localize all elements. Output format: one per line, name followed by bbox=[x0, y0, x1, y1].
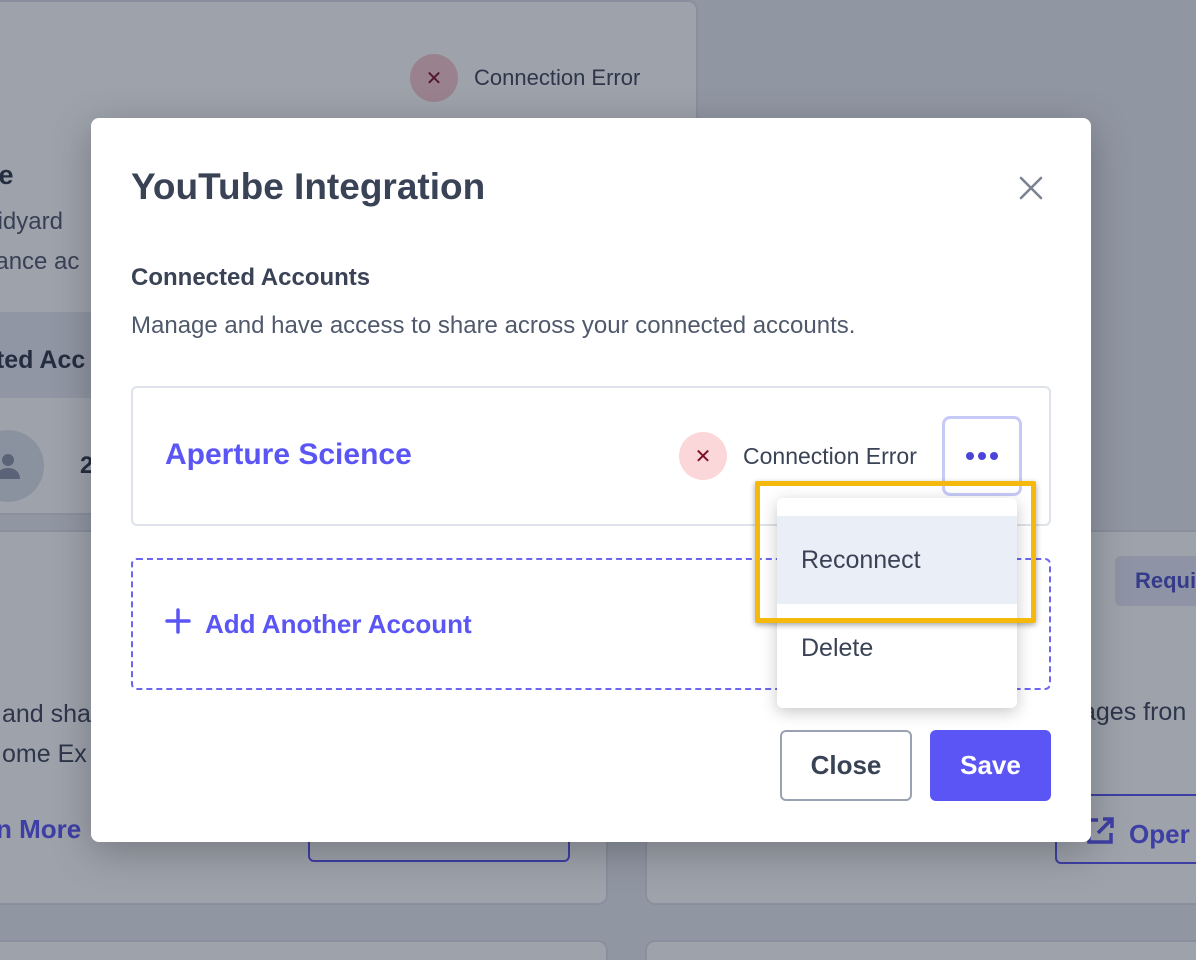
section-title: Connected Accounts bbox=[131, 264, 371, 291]
plus-icon bbox=[165, 608, 191, 641]
more-horizontal-icon bbox=[978, 452, 986, 460]
x-icon: ✕ bbox=[679, 432, 727, 480]
menu-item-delete[interactable]: Delete bbox=[777, 604, 1017, 692]
account-status: ✕ Connection Error bbox=[679, 432, 917, 480]
close-icon[interactable] bbox=[1013, 170, 1049, 206]
close-button[interactable]: Close bbox=[780, 730, 912, 801]
more-options-button[interactable] bbox=[942, 416, 1022, 496]
youtube-integration-modal: YouTube Integration Connected Accounts M… bbox=[91, 118, 1091, 842]
modal-title: YouTube Integration bbox=[131, 166, 486, 207]
more-horizontal-icon bbox=[990, 452, 998, 460]
menu-item-reconnect[interactable]: Reconnect bbox=[777, 516, 1017, 604]
add-account-label: Add Another Account bbox=[205, 609, 472, 639]
account-name: Aperture Science bbox=[165, 438, 412, 471]
account-options-menu: Reconnect Delete bbox=[777, 498, 1017, 708]
account-status-text: Connection Error bbox=[743, 442, 917, 469]
add-account-label-group: Add Another Account bbox=[165, 608, 472, 641]
save-button[interactable]: Save bbox=[930, 730, 1051, 801]
section-description: Manage and have access to share across y… bbox=[131, 312, 856, 339]
more-horizontal-icon bbox=[966, 452, 974, 460]
